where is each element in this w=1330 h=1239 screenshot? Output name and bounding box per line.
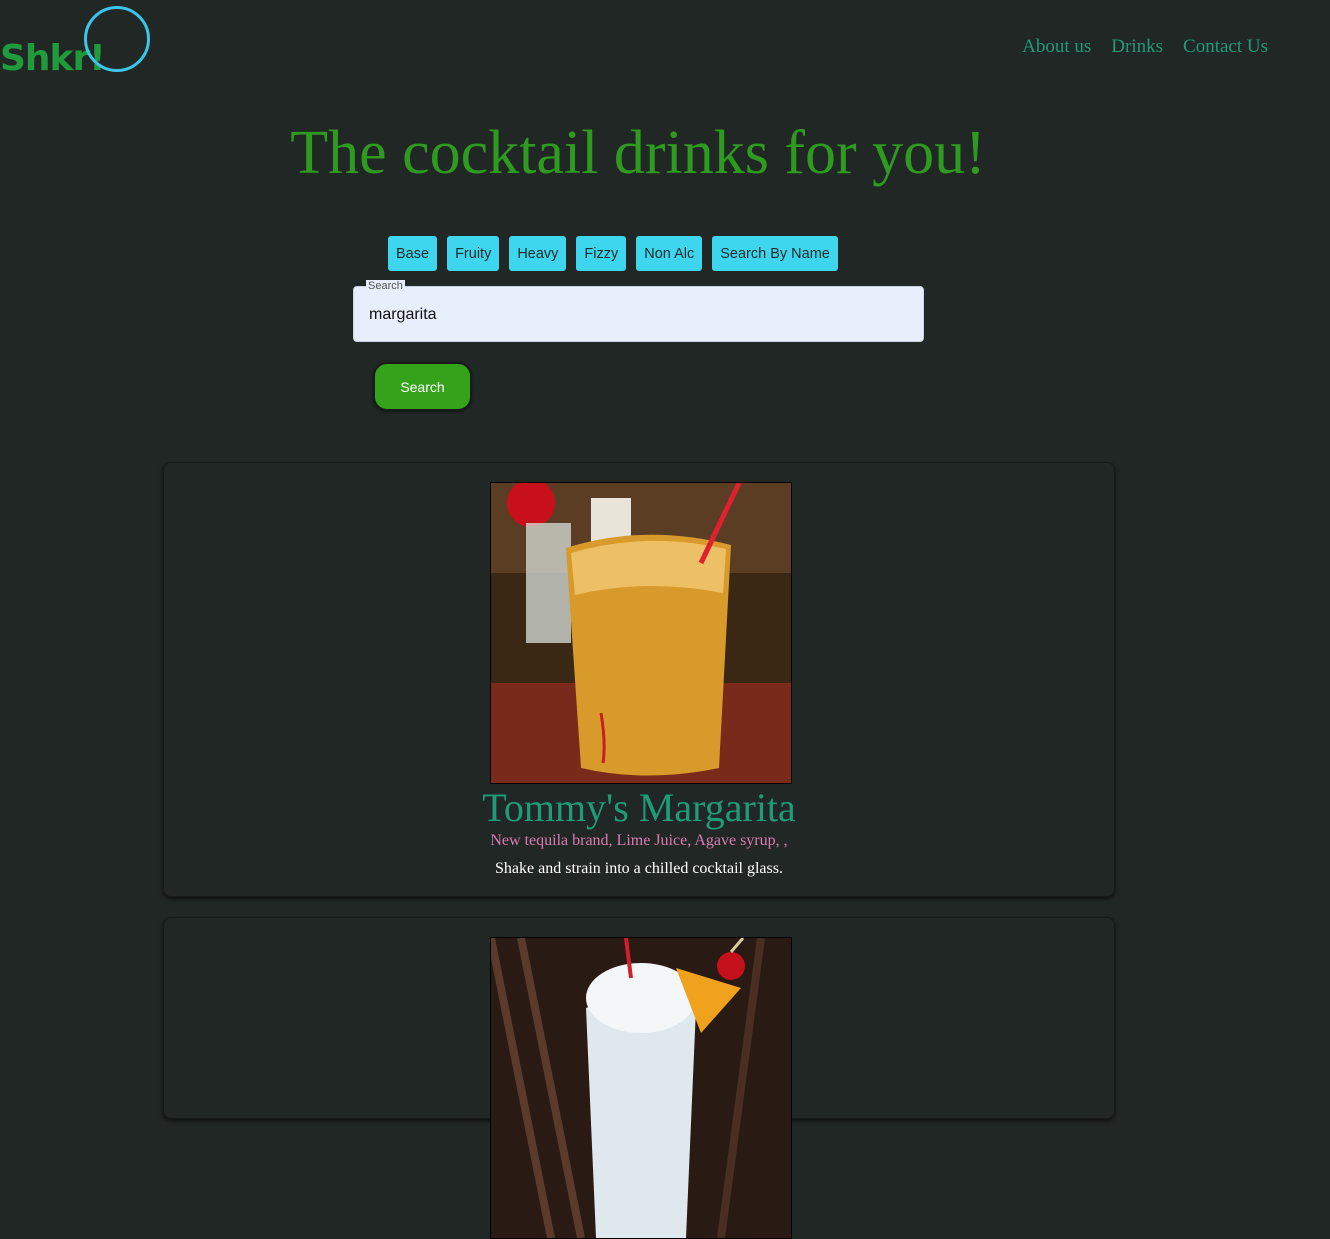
nav-drinks[interactable]: Drinks [1111, 36, 1163, 58]
main-nav: About us Drinks Contact Us [1022, 36, 1268, 58]
drink-photo-image [491, 938, 791, 1238]
nav-contact-us[interactable]: Contact Us [1183, 36, 1268, 58]
logo-ring-icon [84, 6, 150, 72]
drink-photo [490, 482, 792, 784]
filter-search-by-name-button[interactable]: Search By Name [712, 236, 838, 271]
filter-fruity-button[interactable]: Fruity [447, 236, 500, 271]
drink-photo [490, 937, 792, 1239]
drink-card [163, 917, 1115, 1239]
search-field: Search [353, 280, 924, 343]
drink-name: Tommy's Margarita [482, 785, 796, 830]
drink-instructions: Shake and strain into a chilled cocktail… [495, 860, 783, 877]
filter-fizzy-button[interactable]: Fizzy [576, 236, 627, 271]
filter-heavy-button[interactable]: Heavy [509, 236, 567, 271]
nav-about-us[interactable]: About us [1022, 36, 1091, 58]
filter-base-button[interactable]: Base [388, 236, 438, 271]
drink-ingredients: New tequila brand, Lime Juice, Agave syr… [490, 832, 788, 849]
search-button[interactable]: Search [373, 362, 472, 411]
filter-bar: Base Fruity Heavy Fizzy Non Alc Search B… [388, 236, 838, 271]
filter-non-alc-button[interactable]: Non Alc [636, 236, 703, 271]
drink-card: Tommy's Margarita New tequila brand, Lim… [163, 462, 1115, 897]
page-title: The cocktail drinks for you! [290, 119, 986, 187]
search-input[interactable] [367, 287, 911, 343]
drink-photo-image [491, 483, 791, 783]
